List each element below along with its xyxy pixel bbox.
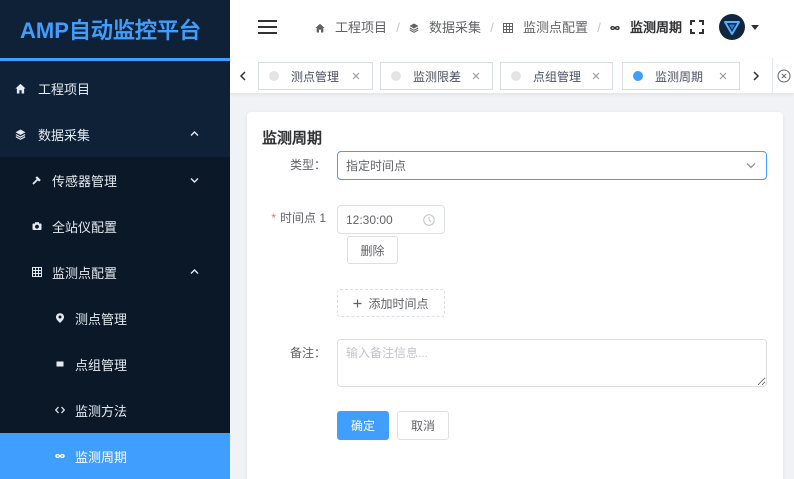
avatar-logo-icon [719, 14, 745, 40]
breadcrumb-label: 监测点配置 [523, 20, 589, 35]
sidebar-item-label: 点组管理 [75, 357, 128, 373]
delete-time-point-button[interactable]: 删除 [347, 236, 398, 264]
breadcrumb-label: 监测周期 [630, 20, 683, 35]
top-header: 工程项目 / 数据采集 / 监测点配置 / 监测周期 [230, 0, 794, 58]
breadcrumb-separator: / [396, 20, 400, 35]
breadcrumb-separator: / [490, 20, 494, 35]
chevron-right-icon[interactable] [751, 71, 761, 81]
remark-textarea[interactable] [337, 339, 767, 387]
caret-down-icon[interactable] [751, 25, 759, 30]
sidebar-item-label: 传感器管理 [52, 173, 118, 189]
chevron-down-icon [746, 162, 756, 169]
plus-icon [353, 299, 362, 308]
sidebar-item-label: 全站仪配置 [52, 219, 118, 235]
tab-status-dot [269, 71, 279, 81]
submit-button[interactable]: 确定 [337, 411, 389, 440]
add-time-point-label: 添加时间点 [368, 296, 429, 311]
tab-label: 监测限差 [413, 69, 462, 84]
form-card: 监测周期 类型： 指定时间点 * 时间点 1 12:30:00 删除 添加时间点 … [247, 112, 783, 479]
type-select-value: 指定时间点 [346, 159, 407, 173]
cancel-button[interactable]: 取消 [397, 411, 449, 440]
home-icon [15, 83, 26, 94]
layers-icon [15, 129, 26, 140]
close-circle-icon [777, 69, 790, 82]
sidebar-item-point-group-management[interactable]: 点组管理 [0, 341, 230, 387]
close-icon[interactable] [592, 72, 600, 80]
remark-label: 备注： [289, 346, 326, 360]
time-point-label: * 时间点 1 [257, 208, 326, 228]
breadcrumb-item-data-collection[interactable]: 数据采集 [409, 18, 481, 38]
app-logo-title: AMP自动监控平台 [20, 18, 201, 43]
breadcrumb-item-project[interactable]: 工程项目 [315, 18, 387, 38]
tab-monitoring-tolerance[interactable]: 监测限差 [380, 62, 493, 90]
tags-view: 测点管理 监测限差 点组管理 监测周期 [230, 58, 794, 94]
breadcrumb-label: 工程项目 [335, 20, 388, 35]
fullscreen-icon[interactable] [690, 20, 704, 34]
tab-monitoring-cycle[interactable]: 监测周期 [622, 62, 740, 90]
sidebar-item-label: 测点管理 [75, 311, 128, 327]
hamburger-icon[interactable] [258, 20, 277, 34]
breadcrumb-item-monitoring-point-config[interactable]: 监测点配置 [503, 18, 588, 38]
type-label: 类型： [289, 158, 326, 172]
time-point-value: 12:30:00 [346, 212, 393, 227]
home-icon [315, 23, 325, 33]
time-point-input[interactable]: 12:30:00 [337, 205, 445, 234]
camera-icon [32, 221, 42, 231]
required-mark: * [271, 211, 276, 225]
tab-status-dot [633, 71, 643, 81]
breadcrumb-separator: / [597, 20, 601, 35]
sidebar-item-label: 工程项目 [38, 81, 91, 97]
time-point-label-text: 时间点 1 [279, 211, 326, 225]
chevron-up-icon[interactable] [190, 130, 199, 138]
grid-icon [503, 23, 514, 33]
sidebar-item-project[interactable]: 工程项目 [0, 65, 230, 111]
sidebar-item-label: 监测方法 [75, 403, 128, 419]
tab-status-dot [511, 71, 521, 81]
sidebar-menu: 工程项目 数据采集 传感器管理 全站仪配置 监测点配置 测点管理 点组管理 监测… [0, 65, 230, 479]
close-icon[interactable] [719, 72, 727, 80]
sidebar-item-label: 监测周期 [75, 449, 128, 465]
tab-label: 测点管理 [291, 69, 340, 84]
tab-point-group-management[interactable]: 点组管理 [500, 62, 613, 90]
close-icon[interactable] [352, 72, 360, 80]
square-icon [55, 359, 65, 369]
sidebar: AMP自动监控平台 工程项目 数据采集 传感器管理 全站仪配置 监测点配置 测点… [0, 0, 230, 479]
sidebar-item-monitoring-cycle[interactable]: 监测周期 [0, 433, 230, 479]
breadcrumb-item-monitoring-cycle: 监测周期 [610, 18, 682, 38]
type-select[interactable]: 指定时间点 [337, 151, 767, 180]
chevron-left-icon[interactable] [238, 71, 248, 81]
sidebar-item-total-station-config[interactable]: 全站仪配置 [0, 203, 230, 249]
sidebar-item-data-collection[interactable]: 数据采集 [0, 111, 230, 157]
location-icon [55, 313, 65, 323]
layers-icon [409, 23, 419, 33]
tab-label: 点组管理 [533, 69, 582, 84]
add-time-point-button[interactable]: 添加时间点 [337, 289, 445, 317]
clock-icon [423, 214, 435, 226]
close-all-tabs-button[interactable] [772, 58, 794, 93]
sidebar-item-sensor-management[interactable]: 传感器管理 [0, 157, 230, 203]
close-icon[interactable] [472, 72, 480, 80]
grid-icon [32, 267, 42, 277]
wrench-icon [32, 175, 42, 185]
avatar[interactable] [719, 14, 745, 40]
logo-divider [0, 58, 230, 61]
infinity-icon [610, 23, 620, 33]
sidebar-item-monitoring-method[interactable]: 监测方法 [0, 387, 230, 433]
tab-label: 监测周期 [655, 69, 704, 84]
tab-status-dot [391, 71, 401, 81]
page-title: 监测周期 [262, 130, 323, 147]
chevron-down-icon[interactable] [190, 176, 199, 184]
breadcrumb: 工程项目 / 数据采集 / 监测点配置 / 监测周期 [315, 18, 682, 38]
sidebar-item-label: 数据采集 [38, 127, 91, 143]
infinity-icon [55, 451, 65, 461]
code-icon [55, 405, 65, 415]
sidebar-item-monitoring-point-config[interactable]: 监测点配置 [0, 249, 230, 295]
sidebar-item-point-management[interactable]: 测点管理 [0, 295, 230, 341]
sidebar-item-label: 监测点配置 [52, 265, 118, 281]
chevron-up-icon[interactable] [190, 268, 199, 276]
breadcrumb-label: 数据采集 [429, 20, 482, 35]
tab-point-management[interactable]: 测点管理 [258, 62, 373, 90]
